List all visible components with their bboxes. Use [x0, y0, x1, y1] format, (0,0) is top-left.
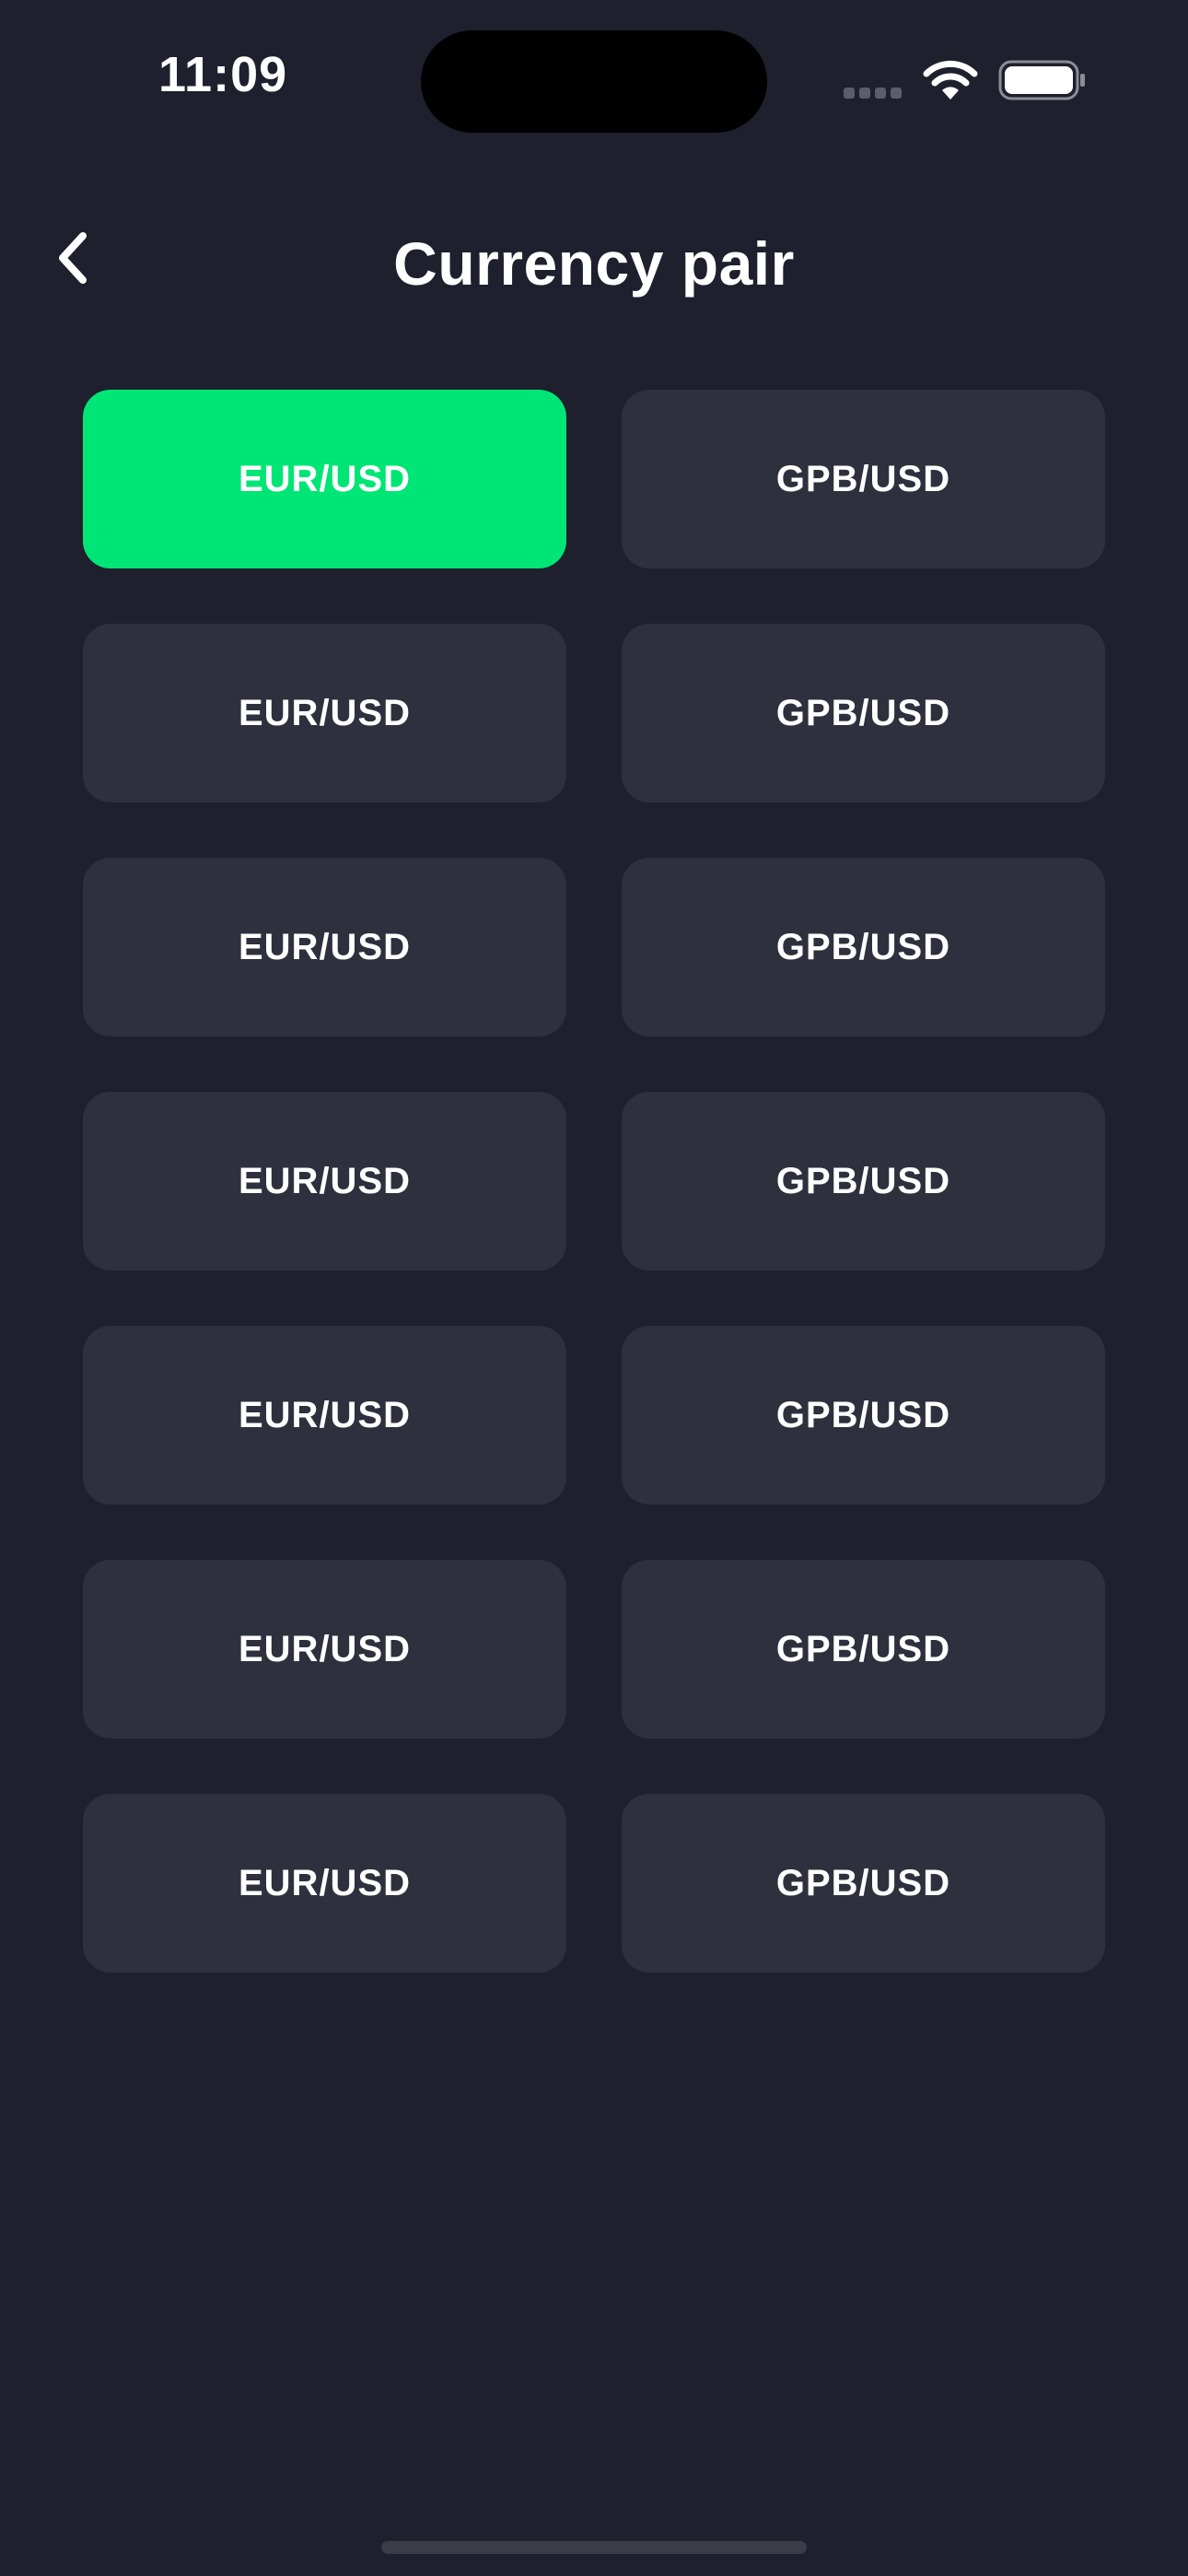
page-title: Currency pair — [393, 229, 795, 298]
currency-pair-label: EUR/USD — [238, 1862, 412, 1903]
status-time: 11:09 — [158, 47, 288, 102]
currency-pair-label: EUR/USD — [238, 692, 412, 733]
currency-pair-option[interactable]: EUR/USD — [83, 390, 566, 568]
currency-pair-option[interactable]: GPB/USD — [622, 1092, 1105, 1270]
currency-pair-label: EUR/USD — [238, 1160, 412, 1201]
currency-pair-label: GPB/USD — [775, 926, 951, 967]
currency-pair-option[interactable]: GPB/USD — [622, 624, 1105, 802]
currency-pair-option[interactable]: GPB/USD — [622, 1794, 1105, 1973]
wifi-icon — [923, 60, 978, 100]
currency-pair-option[interactable]: GPB/USD — [622, 1326, 1105, 1505]
currency-pair-option[interactable]: EUR/USD — [83, 1092, 566, 1270]
currency-pair-label: GPB/USD — [775, 692, 951, 733]
currency-pair-option[interactable]: EUR/USD — [83, 1560, 566, 1739]
currency-pair-option[interactable]: EUR/USD — [83, 1326, 566, 1505]
currency-pair-label: GPB/USD — [775, 1394, 951, 1435]
currency-pair-label: EUR/USD — [238, 926, 412, 967]
currency-pair-option[interactable]: GPB/USD — [622, 1560, 1105, 1739]
currency-pair-label: EUR/USD — [238, 1394, 412, 1435]
status-bar: 11:09 — [0, 0, 1188, 147]
currency-pair-option[interactable]: EUR/USD — [83, 1794, 566, 1973]
currency-pair-option[interactable]: EUR/USD — [83, 624, 566, 802]
nav-bar: Currency pair — [0, 203, 1188, 322]
currency-pair-option[interactable]: GPB/USD — [622, 390, 1105, 568]
battery-icon — [998, 60, 1085, 100]
currency-pair-label: GPB/USD — [775, 1628, 951, 1669]
currency-pair-option[interactable]: EUR/USD — [83, 858, 566, 1036]
cellular-signal-icon — [844, 88, 903, 99]
currency-pair-grid: EUR/USD GPB/USD EUR/USD GPB/USD EUR/USD GPB/U… — [83, 390, 1105, 1973]
currency-pair-label: EUR/USD — [238, 458, 412, 499]
home-indicator[interactable] — [381, 2541, 807, 2554]
currency-pair-label: GPB/USD — [775, 1862, 951, 1903]
currency-pair-label: GPB/USD — [775, 1160, 951, 1201]
currency-pair-label: EUR/USD — [238, 1628, 412, 1669]
dynamic-island — [421, 30, 767, 133]
currency-pair-label: GPB/USD — [775, 458, 951, 499]
currency-pair-option[interactable]: GPB/USD — [622, 858, 1105, 1036]
